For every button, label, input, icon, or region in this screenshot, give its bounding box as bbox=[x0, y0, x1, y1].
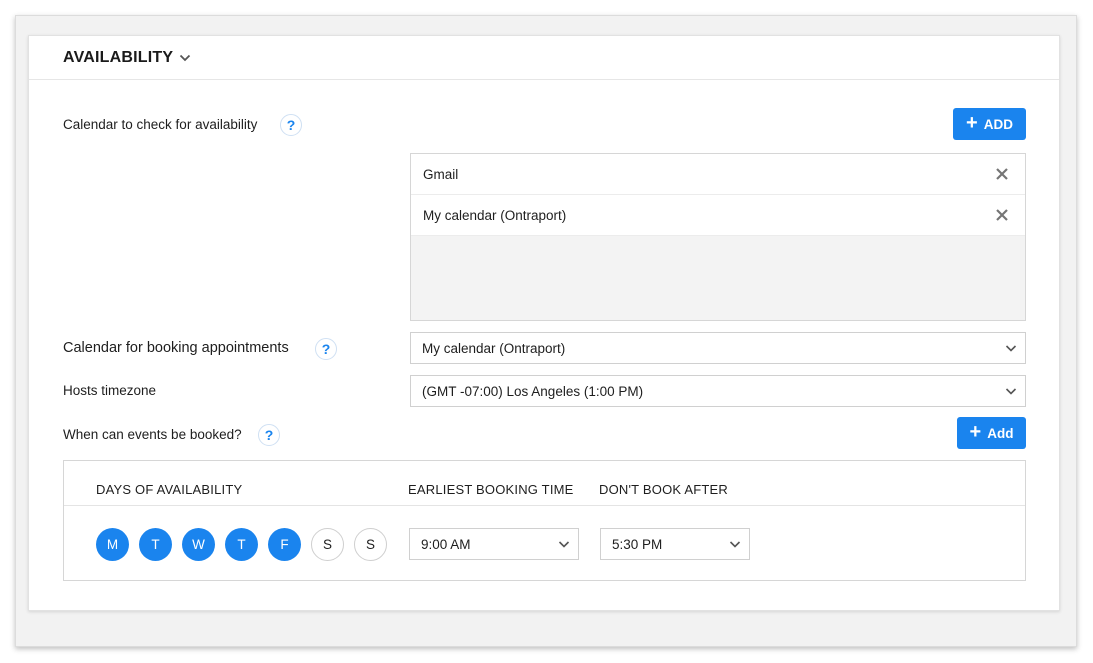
calendar-check-label: Calendar to check for availability bbox=[63, 117, 258, 132]
close-icon[interactable] bbox=[995, 208, 1009, 222]
booking-calendar-label: Calendar for booking appointments bbox=[63, 340, 289, 356]
availability-table: DAYS OF AVAILABILITY EARLIEST BOOKING TI… bbox=[63, 460, 1026, 581]
days-header: DAYS OF AVAILABILITY bbox=[96, 482, 243, 497]
earliest-time-value: 9:00 AM bbox=[421, 537, 471, 552]
calendar-list-item: Gmail bbox=[411, 154, 1025, 195]
day-toggle-saturday[interactable]: S bbox=[311, 528, 344, 561]
chevron-down-icon[interactable] bbox=[179, 53, 191, 63]
calendar-name: My calendar (Ontraport) bbox=[423, 208, 567, 223]
timezone-label: Hosts timezone bbox=[63, 383, 157, 398]
page-container: AVAILABILITY Calendar to check for avail… bbox=[15, 15, 1077, 647]
day-toggle-wednesday[interactable]: W bbox=[182, 528, 215, 561]
add-calendar-button[interactable]: + ADD bbox=[953, 108, 1026, 140]
events-label: When can events be booked? bbox=[63, 427, 242, 442]
add-availability-label: Add bbox=[987, 425, 1014, 441]
chevron-down-icon bbox=[1005, 345, 1017, 352]
calendar-list: Gmail My calendar (Ontraport) bbox=[410, 153, 1026, 321]
calendar-name: Gmail bbox=[423, 167, 459, 182]
chevron-down-icon bbox=[1005, 388, 1017, 395]
plus-icon: + bbox=[966, 112, 978, 134]
calendar-list-item: My calendar (Ontraport) bbox=[411, 195, 1025, 236]
earliest-header: EARLIEST BOOKING TIME bbox=[408, 482, 574, 497]
plus-icon: + bbox=[969, 421, 982, 443]
booking-calendar-select[interactable]: My calendar (Ontraport) bbox=[410, 332, 1026, 364]
day-toggle-monday[interactable]: M bbox=[96, 528, 129, 561]
day-toggle-friday[interactable]: F bbox=[268, 528, 301, 561]
help-icon[interactable]: ? bbox=[315, 338, 337, 360]
dont-book-after-value: 5:30 PM bbox=[612, 537, 663, 552]
timezone-select[interactable]: (GMT -07:00) Los Angeles (1:00 PM) bbox=[410, 375, 1026, 407]
timezone-value: (GMT -07:00) Los Angeles (1:00 PM) bbox=[422, 384, 644, 399]
dont-book-after-header: DON'T BOOK AFTER bbox=[599, 482, 728, 497]
section-header[interactable]: AVAILABILITY bbox=[29, 36, 1059, 80]
header-divider bbox=[64, 505, 1025, 506]
add-availability-button[interactable]: + Add bbox=[957, 417, 1026, 449]
day-toggle-sunday[interactable]: S bbox=[354, 528, 387, 561]
help-icon[interactable]: ? bbox=[258, 424, 280, 446]
day-toggle-tuesday[interactable]: T bbox=[139, 528, 172, 561]
close-icon[interactable] bbox=[995, 167, 1009, 181]
earliest-time-select[interactable]: 9:00 AM bbox=[409, 528, 579, 560]
dont-book-after-select[interactable]: 5:30 PM bbox=[600, 528, 750, 560]
chevron-down-icon bbox=[729, 541, 741, 548]
section-title[interactable]: AVAILABILITY bbox=[63, 49, 173, 67]
booking-calendar-value: My calendar (Ontraport) bbox=[422, 341, 566, 356]
add-calendar-label: ADD bbox=[983, 116, 1013, 132]
chevron-down-icon bbox=[558, 541, 570, 548]
day-toggle-thursday[interactable]: T bbox=[225, 528, 258, 561]
help-icon[interactable]: ? bbox=[280, 114, 302, 136]
availability-card: AVAILABILITY Calendar to check for avail… bbox=[28, 35, 1060, 611]
